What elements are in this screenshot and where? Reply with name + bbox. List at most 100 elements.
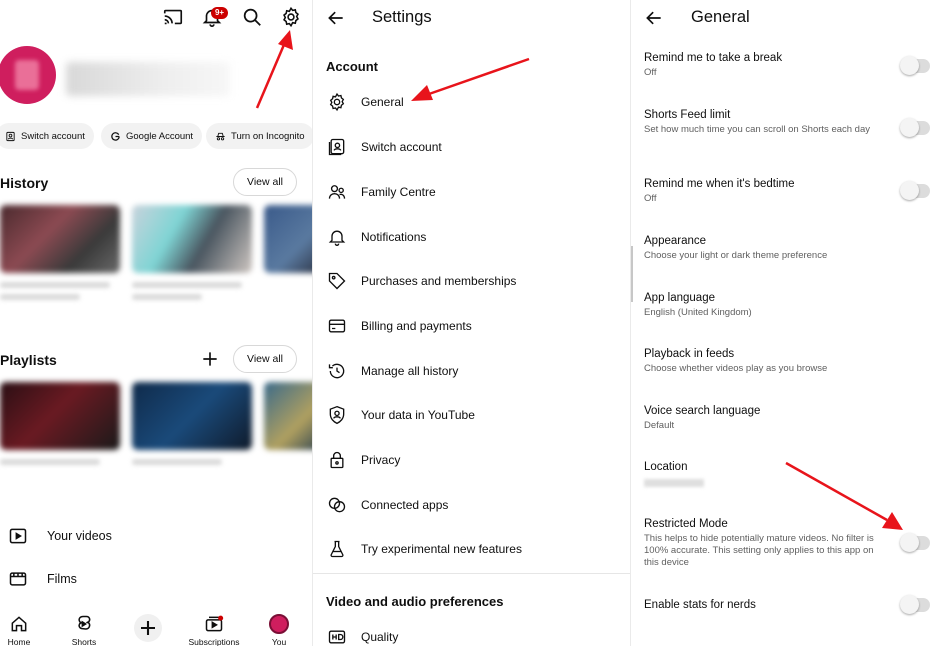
setting-title: Restricted Mode <box>644 518 728 530</box>
gear-icon[interactable] <box>280 6 302 28</box>
nav-you[interactable]: You <box>266 614 292 646</box>
settings-item-switch-account[interactable]: Switch account <box>327 137 442 157</box>
location-value-blurred <box>644 479 704 487</box>
setting-bedtime-reminder[interactable]: Remind me when it's bedtime Off <box>644 178 884 205</box>
history-icon <box>328 363 345 379</box>
film-icon <box>9 572 27 586</box>
setting-voice-search-language[interactable]: Voice search language Default <box>644 405 884 432</box>
setting-location[interactable]: Location <box>644 461 884 473</box>
nav-label: Subscriptions <box>188 637 240 646</box>
settings-item-manage-history[interactable]: Manage all history <box>327 361 458 381</box>
setting-subtitle: Off <box>644 67 657 78</box>
hd-icon <box>328 630 346 644</box>
stats-for-nerds-toggle[interactable] <box>900 595 930 614</box>
settings-item-label: Manage all history <box>361 364 459 378</box>
incognito-icon <box>216 132 225 140</box>
incognito-chip[interactable]: Turn on Incognito <box>206 123 312 149</box>
setting-title: Playback in feeds <box>644 348 735 360</box>
settings-panel: Settings Account General Switch account … <box>312 0 630 646</box>
take-a-break-toggle[interactable] <box>900 56 930 75</box>
settings-item-billing[interactable]: Billing and payments <box>327 316 472 336</box>
bell-icon <box>328 230 346 246</box>
setting-restricted-mode[interactable]: Restricted Mode This helps to hide poten… <box>644 518 884 569</box>
history-text-blur <box>0 282 110 288</box>
bedtime-reminder-toggle[interactable] <box>900 181 930 200</box>
youtube-you-panel: 9+ Switch account Google Account Turn on… <box>0 0 312 646</box>
settings-item-label: General <box>361 95 404 109</box>
settings-item-purchases[interactable]: Purchases and memberships <box>327 271 516 291</box>
tag-icon <box>328 272 346 290</box>
settings-item-label: Family Centre <box>361 185 436 199</box>
nav-item-your-videos[interactable]: Your videos <box>8 526 112 546</box>
setting-shorts-feed-limit[interactable]: Shorts Feed limit Set how much time you … <box>644 109 884 136</box>
history-thumbnail[interactable] <box>0 205 120 273</box>
nav-label: Home <box>7 637 31 646</box>
nav-subscriptions[interactable]: Subscriptions <box>186 614 242 646</box>
settings-item-label: Billing and payments <box>361 319 472 333</box>
playlist-text-blur <box>132 459 222 465</box>
google-account-chip[interactable]: Google Account <box>101 123 203 149</box>
scrollbar[interactable] <box>631 246 633 302</box>
shorts-feed-limit-toggle[interactable] <box>900 118 930 137</box>
plus-icon <box>141 621 155 635</box>
video-audio-section-header: Video and audio preferences <box>326 594 504 609</box>
playlist-thumbnail[interactable] <box>264 382 312 450</box>
avatar <box>269 614 289 634</box>
cast-icon[interactable] <box>162 6 184 28</box>
google-icon <box>111 131 120 141</box>
section-divider <box>313 573 630 574</box>
switch-account-chip[interactable]: Switch account <box>0 123 94 149</box>
setting-playback-in-feeds[interactable]: Playback in feeds Choose whether videos … <box>644 348 884 375</box>
setting-title: Remind me when it's bedtime <box>644 178 795 190</box>
settings-item-privacy[interactable]: Privacy <box>327 450 400 470</box>
play-square-icon <box>9 528 27 544</box>
nav-home[interactable]: Home <box>4 614 34 646</box>
history-thumbnail[interactable] <box>264 205 312 273</box>
flask-icon <box>330 540 344 558</box>
search-icon[interactable] <box>241 6 263 28</box>
home-icon <box>11 616 27 632</box>
nav-shorts[interactable]: Shorts <box>68 614 100 646</box>
create-button[interactable] <box>134 614 162 642</box>
settings-item-label: Your data in YouTube <box>361 408 475 422</box>
setting-stats-for-nerds[interactable]: Enable stats for nerds <box>644 599 884 611</box>
nav-item-films[interactable]: Films <box>8 569 77 589</box>
setting-title: App language <box>644 292 715 304</box>
settings-item-label: Try experimental new features <box>361 542 522 556</box>
settings-item-label: Quality <box>361 630 399 644</box>
back-arrow-icon[interactable] <box>644 8 664 28</box>
switch-account-icon <box>6 131 15 141</box>
card-icon <box>328 319 346 333</box>
nav-label: You <box>271 637 287 646</box>
setting-subtitle: Choose whether videos play as you browse <box>644 363 828 374</box>
setting-take-a-break[interactable]: Remind me to take a break Off <box>644 52 884 79</box>
history-text-blur <box>132 294 202 300</box>
subscriptions-icon <box>205 615 224 632</box>
back-arrow-icon[interactable] <box>326 8 346 28</box>
history-view-all-button[interactable]: View all <box>233 168 297 196</box>
playlist-thumbnail[interactable] <box>0 382 120 450</box>
add-playlist-icon[interactable] <box>200 349 220 369</box>
history-thumbnail[interactable] <box>132 205 252 273</box>
restricted-mode-toggle[interactable] <box>900 533 930 552</box>
page-title: Settings <box>372 8 432 26</box>
family-icon <box>328 185 346 199</box>
nav-label: Shorts <box>71 637 97 646</box>
setting-title: Remind me to take a break <box>644 52 783 64</box>
settings-item-your-data[interactable]: Your data in YouTube <box>327 405 475 425</box>
settings-item-notifications[interactable]: Notifications <box>327 227 426 247</box>
settings-item-experimental[interactable]: Try experimental new features <box>327 539 522 559</box>
settings-item-quality[interactable]: Quality <box>327 627 398 646</box>
settings-item-family-centre[interactable]: Family Centre <box>327 182 436 202</box>
playlist-thumbnail[interactable] <box>132 382 252 450</box>
settings-item-label: Switch account <box>361 140 442 154</box>
general-panel: General Remind me to take a break Off Sh… <box>630 0 936 646</box>
playlists-view-all-button[interactable]: View all <box>233 345 297 373</box>
chip-label: Google Account <box>126 130 194 142</box>
setting-app-language[interactable]: App language English (United Kingdom) <box>644 292 884 319</box>
settings-item-connected-apps[interactable]: Connected apps <box>327 495 448 515</box>
setting-appearance[interactable]: Appearance Choose your light or dark the… <box>644 235 884 262</box>
notification-badge: 9+ <box>211 7 228 19</box>
settings-item-general[interactable]: General <box>327 92 404 112</box>
avatar[interactable] <box>0 46 56 104</box>
